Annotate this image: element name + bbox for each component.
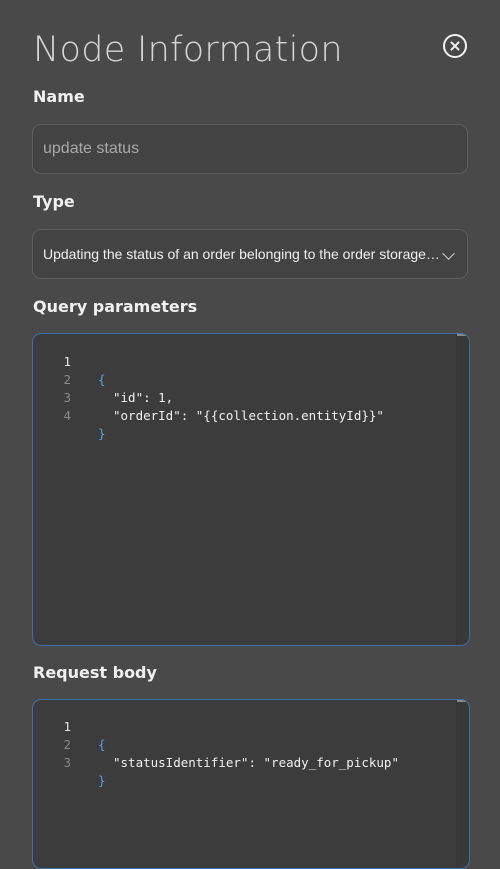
code-text: { bbox=[98, 737, 106, 752]
chevron-down-icon bbox=[442, 247, 455, 260]
code-line: 1 { bbox=[33, 700, 105, 752]
code-line: 4 } bbox=[33, 389, 105, 441]
code-line: 3 "orderId": "{{collection.entityId}}" bbox=[33, 371, 383, 423]
close-icon[interactable] bbox=[443, 34, 467, 58]
code-text: "id": 1, bbox=[113, 390, 174, 405]
request-body-label: Request body bbox=[33, 663, 157, 682]
name-input-value: update status bbox=[43, 140, 140, 157]
query-parameters-label: Query parameters bbox=[33, 297, 198, 316]
request-body-editor[interactable]: 1 { 2 "statusIdentifier": "ready_for_pic… bbox=[32, 699, 470, 869]
line-number: 4 bbox=[63, 408, 71, 423]
code-line: 3 } bbox=[33, 736, 105, 788]
type-select-value: Updating the status of an order belongin… bbox=[43, 246, 441, 262]
type-label: Type bbox=[33, 192, 75, 211]
name-input[interactable]: update status bbox=[32, 124, 468, 174]
editor-scrollbar[interactable] bbox=[456, 700, 469, 868]
code-text: } bbox=[98, 773, 106, 788]
line-number: 3 bbox=[63, 755, 71, 770]
node-information-panel: Node Information Name update status Type… bbox=[0, 0, 500, 869]
page-title: Node Information bbox=[33, 30, 343, 70]
code-line: 1 { bbox=[33, 335, 105, 387]
name-label: Name bbox=[33, 87, 85, 106]
code-text: } bbox=[98, 426, 106, 441]
editor-scrollbar[interactable] bbox=[456, 334, 469, 645]
query-parameters-editor[interactable]: 1 { 2 "id": 1, 3 "orderId": "{{collectio… bbox=[32, 333, 470, 646]
code-line: 2 "statusIdentifier": "ready_for_pickup" bbox=[33, 718, 399, 770]
code-text: "orderId": "{{collection.entityId}}" bbox=[113, 408, 384, 423]
code-text: "statusIdentifier": "ready_for_pickup" bbox=[113, 755, 399, 770]
type-select[interactable]: Updating the status of an order belongin… bbox=[32, 229, 468, 279]
code-line: 2 "id": 1, bbox=[33, 353, 173, 405]
code-text: { bbox=[98, 372, 106, 387]
